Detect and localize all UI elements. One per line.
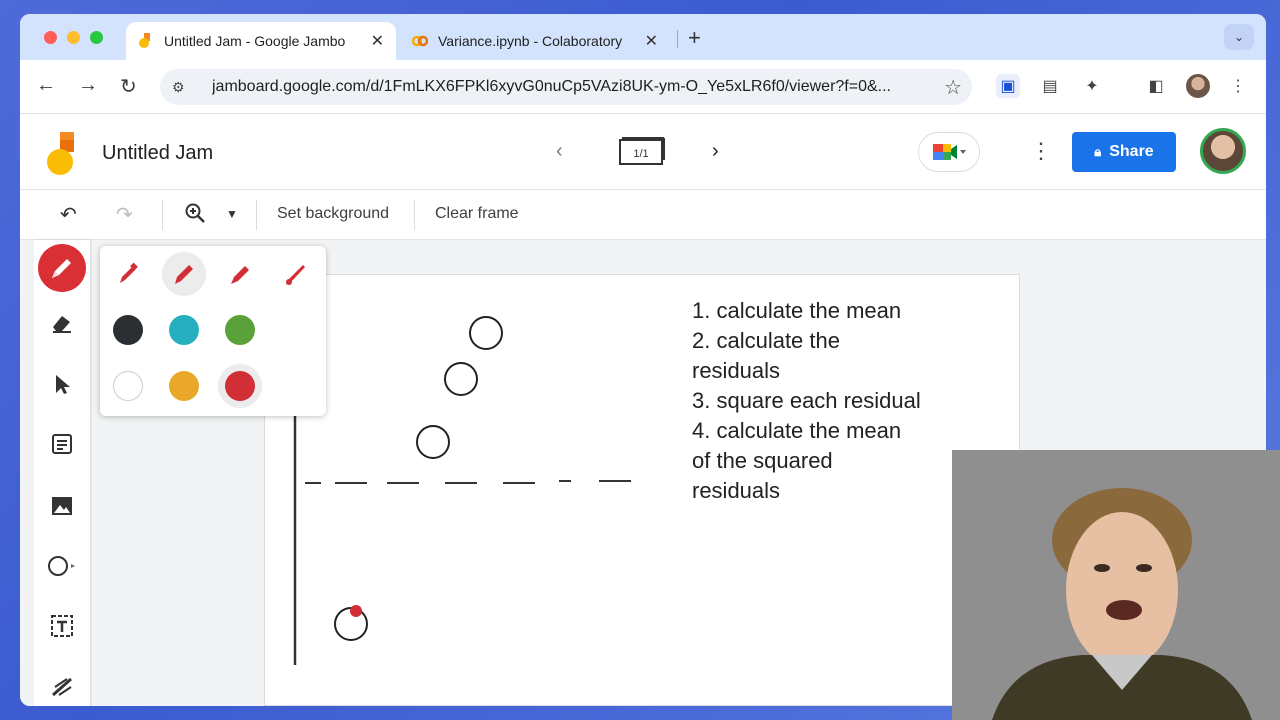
color-swatch-white[interactable] — [106, 364, 150, 408]
toolbar-divider — [414, 200, 415, 230]
lock-icon: 🔒︎ — [1094, 144, 1102, 159]
step-line: 1. calculate the mean — [692, 298, 902, 323]
step-line: 2. calculate the — [692, 328, 840, 353]
shape-circle-icon[interactable] — [46, 550, 78, 582]
share-label: Share — [1109, 143, 1154, 160]
puzzle-extensions-icon[interactable]: ✦ — [1080, 74, 1104, 98]
data-point-circle — [469, 316, 503, 350]
clear-frame-button[interactable]: Clear frame — [435, 205, 519, 223]
data-point-circle — [444, 362, 478, 396]
step-line: of the squared — [692, 448, 833, 473]
eraser-icon[interactable] — [46, 306, 78, 338]
steps-text-box[interactable]: 1. calculate the mean 2. calculate the r… — [692, 296, 942, 506]
color-swatch — [225, 315, 255, 345]
forward-arrow-icon[interactable]: → — [78, 74, 98, 97]
webcam-overlay — [952, 450, 1280, 720]
tab-jamboard[interactable]: Untitled Jam - Google Jambo ✕ — [126, 22, 396, 60]
step-line: residuals — [692, 478, 781, 503]
tab-divider — [677, 30, 678, 48]
brush-icon — [286, 265, 305, 285]
tab-search-chevron-icon[interactable]: ⌄ — [1224, 24, 1254, 50]
minimize-window-button[interactable] — [67, 31, 80, 44]
close-window-button[interactable] — [44, 31, 57, 44]
browser-profile-avatar[interactable] — [1186, 74, 1210, 98]
step-line: 4. calculate the mean — [692, 418, 902, 443]
tab-title: Untitled Jam - Google Jambo — [164, 33, 346, 49]
google-meet-icon — [933, 144, 966, 160]
pen-icon — [52, 259, 71, 278]
color-swatch — [225, 371, 255, 401]
pen-option-selected[interactable] — [162, 252, 206, 296]
jamboard-logo-icon — [47, 132, 74, 175]
redo-icon[interactable]: ↷ — [116, 202, 133, 227]
user-avatar[interactable] — [1200, 128, 1246, 174]
laser-pointer-icon[interactable] — [46, 670, 78, 702]
address-bar[interactable]: ⚙ jamboard.google.com/d/1FmLKX6FPKl6xyvG… — [160, 69, 972, 105]
color-swatch — [169, 371, 199, 401]
image-icon[interactable] — [46, 490, 78, 522]
zoom-icon[interactable] — [184, 202, 206, 230]
maximize-window-button[interactable] — [90, 31, 103, 44]
pen-icon — [175, 265, 193, 284]
share-button[interactable]: 🔒︎ Share — [1072, 132, 1176, 172]
color-swatch-teal[interactable] — [162, 308, 206, 352]
site-settings-icon[interactable]: ⚙ — [172, 79, 192, 96]
color-swatch — [169, 315, 199, 345]
set-background-button[interactable]: Set background — [277, 205, 389, 223]
frame-counter: 1/1 — [633, 148, 649, 160]
color-swatch — [113, 371, 143, 401]
toolbar-divider — [162, 200, 163, 230]
bookmark-star-icon[interactable]: ☆ — [944, 75, 962, 100]
more-options-icon[interactable]: ⋮ — [1030, 138, 1052, 164]
step-line: residuals — [692, 358, 781, 383]
back-arrow-icon[interactable]: ← — [36, 74, 56, 97]
text-box-icon[interactable] — [46, 610, 78, 642]
pen-tool-button[interactable] — [38, 244, 86, 292]
jamboard-favicon-icon — [139, 33, 150, 48]
close-tab-icon[interactable]: ✕ — [371, 31, 384, 51]
presenter-video — [952, 450, 1280, 720]
undo-icon[interactable]: ↶ — [60, 202, 77, 227]
toolbar-divider — [256, 200, 257, 230]
color-swatch-black[interactable] — [106, 308, 150, 352]
previous-frame-chevron-icon[interactable]: ‹ — [556, 140, 563, 163]
extension-icon[interactable]: ▤ — [1038, 74, 1062, 98]
side-panel-icon[interactable]: ◧ — [1144, 74, 1168, 98]
tab-title: Variance.ipynb - Colaboratory — [438, 33, 623, 49]
brush-option[interactable] — [274, 252, 318, 296]
close-tab-icon[interactable]: ✕ — [645, 31, 658, 51]
sticky-note-icon[interactable] — [46, 428, 78, 460]
tab-colab[interactable]: Variance.ipynb - Colaboratory ✕ — [400, 22, 670, 60]
url-text[interactable]: jamboard.google.com/d/1FmLKX6FPKl6xyvG0n… — [212, 78, 944, 96]
reload-icon[interactable]: ↻ — [120, 74, 137, 99]
pen-palette — [100, 246, 326, 416]
select-cursor-icon[interactable] — [46, 368, 78, 400]
tool-sidebar — [34, 240, 90, 706]
color-swatch-green[interactable] — [218, 308, 262, 352]
color-swatch — [113, 315, 143, 345]
zoom-dropdown-icon[interactable]: ▼ — [226, 207, 238, 221]
document-title[interactable]: Untitled Jam — [102, 142, 213, 165]
navigation-bar: ← → ↻ ⚙ jamboard.google.com/d/1FmLKX6FPK… — [20, 60, 1266, 114]
highlighter-option[interactable] — [218, 252, 262, 296]
new-tab-icon[interactable]: + — [688, 25, 701, 51]
marker-icon — [120, 262, 138, 283]
marker-pen-option[interactable] — [106, 252, 150, 296]
edit-toolbar: ↶ ↷ ▼ Set background Clear frame — [20, 190, 1266, 240]
step-line: 3. square each residual — [692, 388, 921, 413]
browser-menu-icon[interactable]: ⋮ — [1226, 74, 1250, 98]
app-header: Untitled Jam ‹ 1/1 › ⋮ 🔒︎ Share — [20, 114, 1266, 190]
color-swatch-yellow[interactable] — [162, 364, 206, 408]
pen-cursor-dot — [350, 605, 362, 617]
data-point-circle — [416, 425, 450, 459]
tab-strip: Untitled Jam - Google Jambo ✕ Variance.i… — [20, 14, 1266, 60]
meet-button[interactable] — [918, 132, 980, 172]
highlighter-icon — [231, 266, 249, 284]
colab-favicon-icon — [412, 35, 428, 47]
next-frame-chevron-icon[interactable]: › — [712, 140, 719, 163]
color-swatch-red-selected[interactable] — [218, 364, 262, 408]
extension-icon[interactable]: ▣ — [996, 74, 1020, 98]
